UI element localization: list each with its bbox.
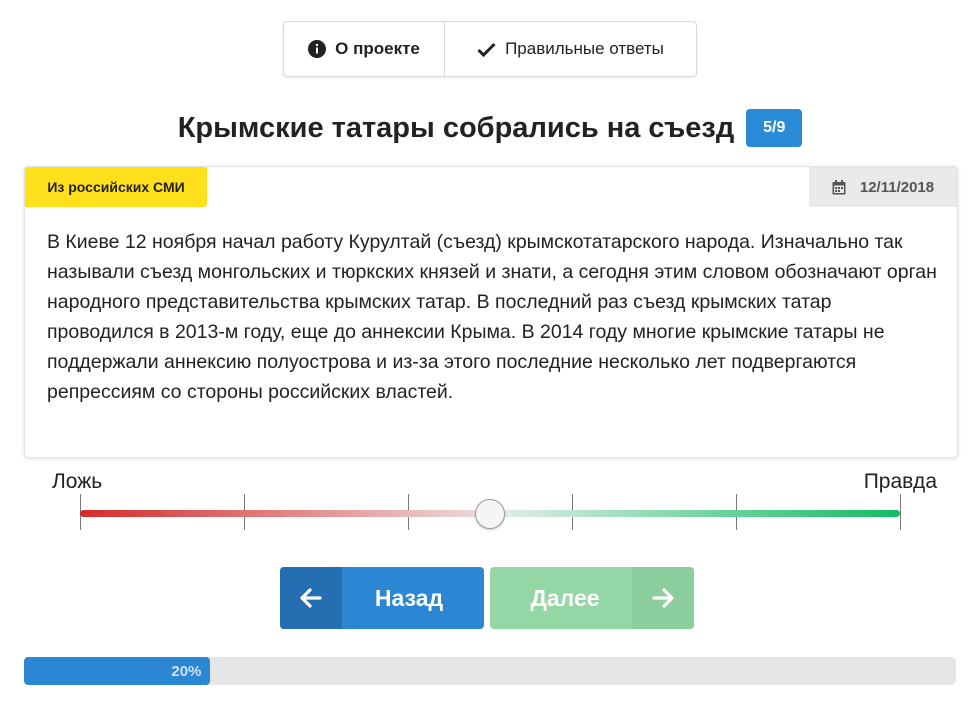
news-card: Из российских СМИ 12/11/2018 В Киеве 12 … [24,166,958,458]
source-badge: Из российских СМИ [25,167,207,207]
next-button-label: Далее [530,584,600,611]
back-button[interactable]: Назад [280,567,484,629]
news-text: В Киеве 12 ноября начал работу Курултай … [47,231,937,403]
true-label: Правда [863,470,937,493]
check-icon [477,42,496,57]
info-circle-icon [308,40,327,58]
about-project-label: О проекте [335,39,420,58]
progress-fill: 20% [24,657,211,685]
top-navigation: О проекте Правильные ответы [283,21,697,77]
question-header: Крымские татары собрались на съезд 5/9 [0,106,980,150]
next-button[interactable]: Далее [490,567,694,629]
correct-answers-label: Правильные ответы [505,39,664,58]
arrow-left-icon [280,567,342,629]
about-project-button[interactable]: О проекте [284,22,445,76]
calendar-icon [832,179,846,195]
question-title: Крымские татары собрались на съезд [177,111,735,144]
slider-tick [900,494,901,530]
progress-percent: 20% [171,662,202,680]
question-counter-badge: 5/9 [746,109,803,147]
slider-thumb[interactable] [475,499,505,529]
correct-answers-button[interactable]: Правильные ответы [445,22,696,76]
arrow-right-icon [632,567,694,629]
date-label: 12/11/2018 [859,178,935,196]
false-label: Ложь [52,470,103,493]
date-badge: 12/11/2018 [809,167,957,207]
truth-slider[interactable] [80,494,901,534]
back-button-label: Назад [374,584,444,611]
progress-bar: 20% [24,657,956,685]
